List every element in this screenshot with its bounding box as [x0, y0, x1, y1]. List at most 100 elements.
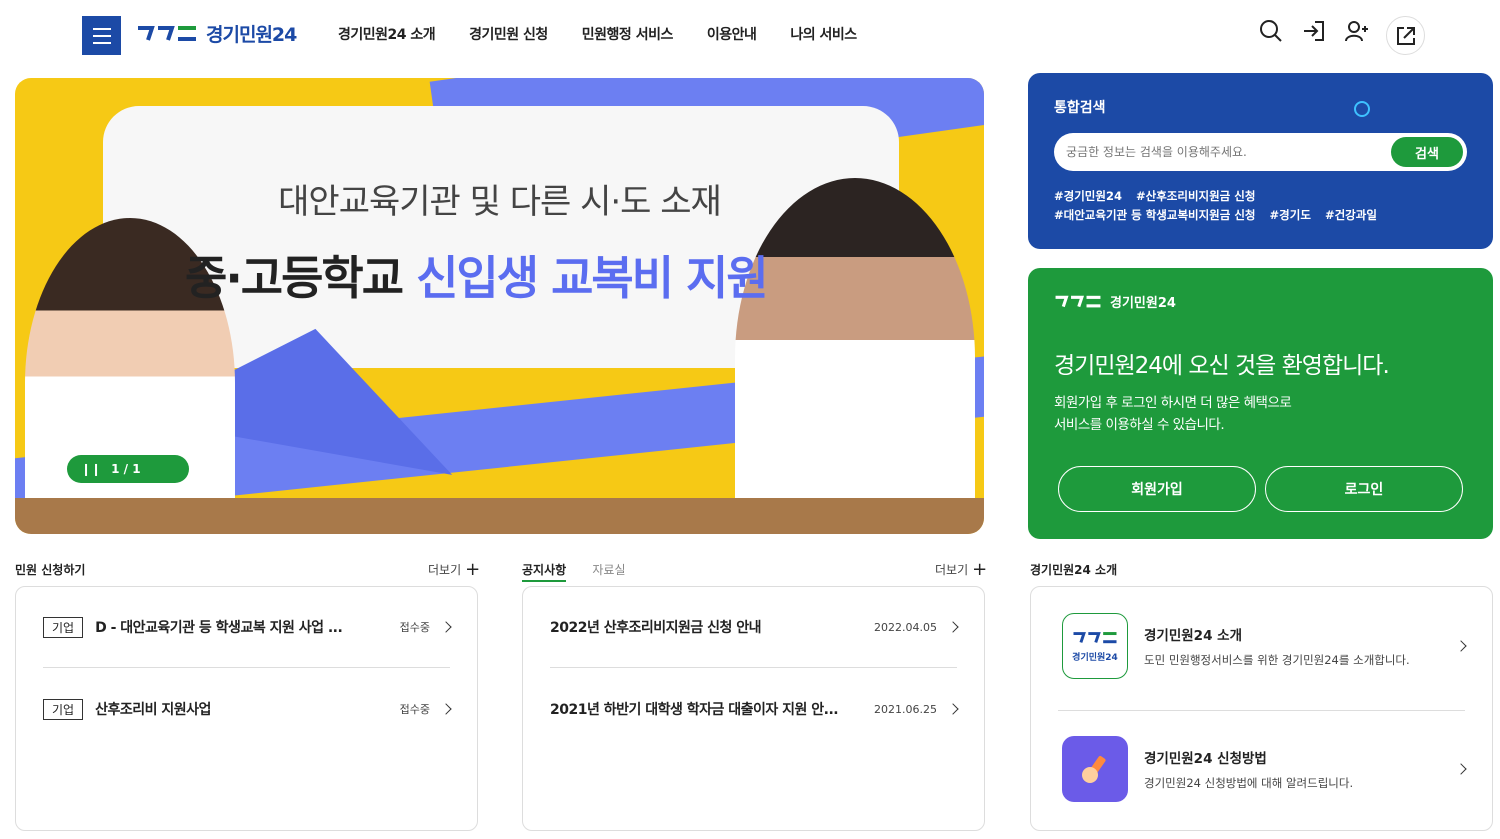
chevron-right-icon	[947, 621, 959, 633]
intro-text: 경기민원24 소개 도민 민원행정서비스를 위한 경기민원24를 소개합니다.	[1144, 624, 1410, 668]
icon-caption: 경기민원24	[1072, 652, 1118, 663]
logo-mark	[1073, 631, 1117, 643]
intro-item-desc: 도민 민원행정서비스를 위한 경기민원24를 소개합니다.	[1144, 653, 1410, 667]
status-label: 접수중	[399, 621, 430, 634]
notice-list-card: 2022년 산후조리비지원금 신청 안내 2022.04.05 2021년 하반…	[522, 586, 985, 831]
pencil-hand-graphic	[1082, 756, 1106, 783]
list-item-title: 산후조리비 지원사업	[95, 702, 211, 718]
search-tag[interactable]: #대안교육기관 등 학생교복비지원금 신청	[1054, 208, 1256, 222]
notice-tabs: 공지사항 자료실	[522, 561, 625, 582]
list-item[interactable]: 기업 산후조리비 지원사업 접수중	[43, 689, 452, 729]
chevron-right-icon	[440, 703, 452, 715]
list-item[interactable]: 기업 D - 대안교육기관 등 학생교복 지원 사업 ... 접수중	[43, 607, 452, 647]
search-icon[interactable]	[1258, 18, 1284, 44]
decorative-circle	[1354, 101, 1370, 117]
desk-image	[15, 498, 984, 534]
divider	[43, 667, 450, 668]
external-link-icon	[1396, 26, 1415, 45]
nav-item-my-service[interactable]: 나의 서비스	[790, 24, 857, 44]
gyeonggi-logo-icon	[138, 25, 196, 41]
welcome-desc-line: 서비스를 이용하실 수 있습니다.	[1054, 417, 1225, 433]
menu-line	[92, 34, 111, 37]
notice-title: 2022년 산후조리비지원금 신청 안내	[550, 620, 762, 636]
banner-title-highlight: 신입생 교복비 지원	[416, 251, 769, 305]
intro-item-title: 경기민원24 신청방법	[1144, 751, 1267, 767]
banner-title: 중·고등학교 신입생 교복비 지원	[185, 242, 769, 308]
welcome-panel: 경기민원24 경기민원24에 오신 것을 환영합니다. 회원가입 후 로그인 하…	[1028, 268, 1493, 539]
intro-link[interactable]: 경기민원24 신청방법 경기민원24 신청방법에 대해 알려드립니다.	[1062, 734, 1467, 804]
integrated-search-panel: 통합검색 검색 #경기민원24 #산후조리비지원금 신청 #대안교육기관 등 학…	[1028, 73, 1493, 249]
banner-title-a: 중·고등학교	[185, 251, 404, 305]
pencil-icon	[1062, 736, 1128, 802]
banner-subtitle: 대안교육기관 및 다른 시·도 소재	[278, 182, 722, 222]
site-header: 경기민원24 경기민원24 소개 경기민원 신청 민원행정 서비스 이용안내 나…	[0, 0, 1500, 70]
tab-archive[interactable]: 자료실	[592, 563, 625, 577]
main-nav: 경기민원24 소개 경기민원 신청 민원행정 서비스 이용안내 나의 서비스	[338, 24, 857, 44]
chevron-right-icon	[1455, 640, 1467, 652]
notice-date: 2021.06.25	[874, 702, 937, 716]
main-banner[interactable]: 대안교육기관 및 다른 시·도 소재 중·고등학교 신입생 교복비 지원 ❙❙ …	[15, 78, 984, 534]
intro-item-desc: 경기민원24 신청방법에 대해 알려드립니다.	[1144, 776, 1354, 790]
list-item[interactable]: 2021년 하반기 대학생 학자금 대출이자 지원 안... 2021.06.2…	[550, 689, 959, 729]
plus-icon: +	[972, 558, 988, 580]
chevron-right-icon	[440, 621, 452, 633]
gyeonggi-logo-icon: 경기민원24	[1062, 613, 1128, 679]
apply-more-link[interactable]: 더보기 +	[428, 558, 481, 580]
more-label: 더보기	[935, 563, 969, 577]
student-boy-image	[735, 178, 975, 534]
category-badge: 기업	[43, 616, 84, 638]
welcome-desc-line: 회원가입 후 로그인 하시면 더 많은 혜택으로	[1054, 395, 1292, 411]
plus-icon: +	[465, 558, 481, 580]
gyeonggi-logo-icon	[1055, 295, 1101, 307]
notice-more-link[interactable]: 더보기 +	[935, 558, 988, 580]
search-tag[interactable]: #경기민원24	[1054, 189, 1122, 203]
status-label: 접수중	[399, 703, 430, 716]
list-item[interactable]: 2022년 산후조리비지원금 신청 안내 2022.04.05	[550, 607, 959, 647]
apply-list-card: 기업 D - 대안교육기관 등 학생교복 지원 사업 ... 접수중 기업 산후…	[15, 586, 478, 831]
site-logo[interactable]: 경기민원24	[136, 20, 297, 47]
divider	[1058, 710, 1465, 711]
tab-notice[interactable]: 공지사항	[522, 563, 567, 582]
category-badge: 기업	[43, 698, 84, 720]
welcome-logo-text: 경기민원24	[1110, 296, 1176, 311]
logo-text: 경기민원24	[206, 24, 297, 46]
pause-icon[interactable]: ❙❙	[81, 462, 101, 476]
intro-item-title: 경기민원24 소개	[1144, 628, 1243, 644]
search-tag[interactable]: #산후조리비지원금 신청	[1136, 189, 1255, 203]
menu-line	[92, 41, 111, 44]
nav-item-admin-service[interactable]: 민원행정 서비스	[582, 24, 674, 44]
join-button[interactable]: 회원가입	[1058, 466, 1256, 512]
welcome-logo: 경기민원24	[1054, 292, 1467, 311]
login-icon[interactable]	[1301, 18, 1327, 44]
chevron-right-icon	[1455, 763, 1467, 775]
hamburger-menu-button[interactable]	[82, 16, 121, 55]
intro-section-title: 경기민원24 소개	[1030, 563, 1118, 577]
popular-tags: #경기민원24 #산후조리비지원금 신청 #대안교육기관 등 학생교복비지원금 …	[1054, 187, 1474, 225]
notice-date: 2022.04.05	[874, 620, 937, 634]
search-input[interactable]	[1066, 133, 1386, 171]
intro-text: 경기민원24 신청방법 경기민원24 신청방법에 대해 알려드립니다.	[1144, 747, 1353, 791]
nav-item-apply[interactable]: 경기민원 신청	[469, 24, 548, 44]
nav-item-intro[interactable]: 경기민원24 소개	[338, 24, 436, 44]
list-item-title: D - 대안교육기관 등 학생교복 지원 사업 ...	[95, 620, 343, 636]
search-field: 검색	[1054, 133, 1467, 171]
more-label: 더보기	[428, 563, 462, 577]
menu-line	[92, 27, 111, 30]
slide-pager[interactable]: ❙❙ 1 / 1	[67, 455, 189, 483]
external-link-button[interactable]	[1386, 16, 1425, 55]
divider	[550, 667, 957, 668]
search-tag[interactable]: #건강과일	[1325, 208, 1377, 222]
chevron-right-icon	[947, 703, 959, 715]
intro-link[interactable]: 경기민원24 경기민원24 소개 도민 민원행정서비스를 위한 경기민원24를 …	[1062, 611, 1467, 681]
welcome-description: 회원가입 후 로그인 하시면 더 많은 혜택으로 서비스를 이용하실 수 있습니…	[1054, 392, 1292, 436]
nav-item-guide[interactable]: 이용안내	[707, 24, 757, 44]
search-tag[interactable]: #경기도	[1270, 208, 1311, 222]
slide-counter: 1 / 1	[111, 462, 141, 476]
apply-section-title: 민원 신청하기	[15, 563, 86, 577]
login-button[interactable]: 로그인	[1265, 466, 1463, 512]
search-title: 통합검색	[1054, 100, 1106, 116]
search-button[interactable]: 검색	[1391, 137, 1463, 167]
intro-card: 경기민원24 경기민원24 소개 도민 민원행정서비스를 위한 경기민원24를 …	[1030, 586, 1493, 831]
welcome-title: 경기민원24에 오신 것을 환영합니다.	[1054, 353, 1390, 379]
user-join-icon[interactable]	[1343, 18, 1369, 44]
